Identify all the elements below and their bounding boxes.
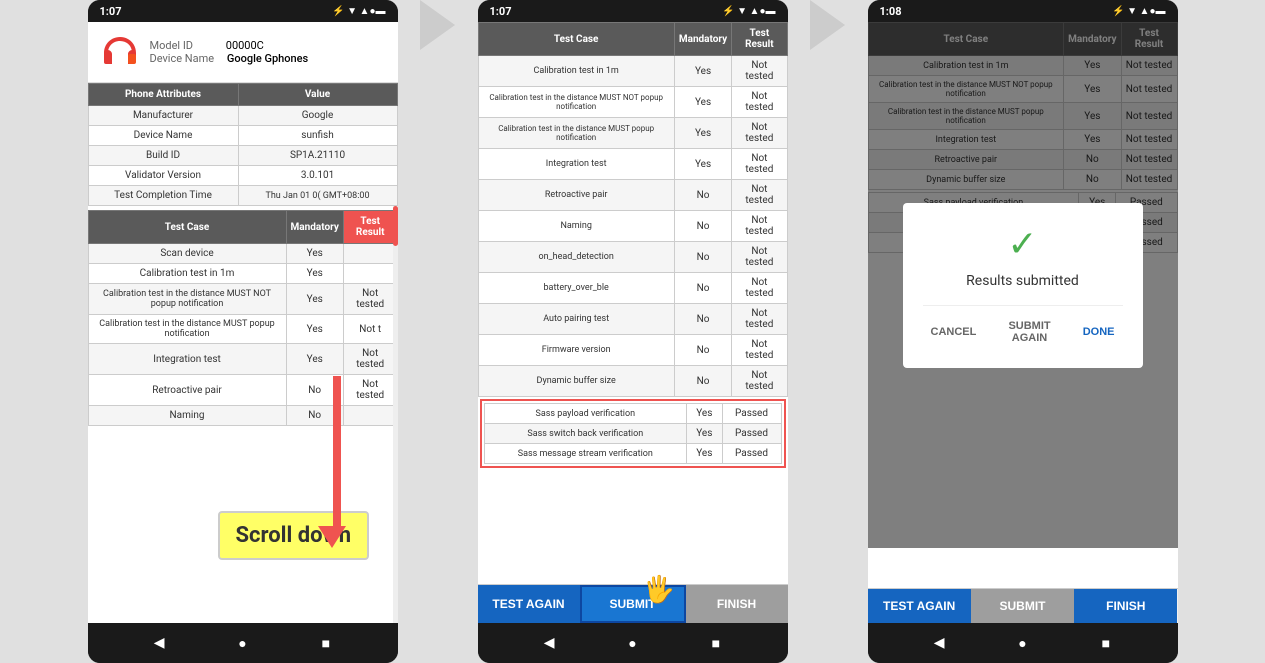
sass-row: Sass switch back verification Yes Passed: [484, 424, 781, 444]
dialog-done-button[interactable]: DONE: [1075, 316, 1123, 348]
headphone-icon: [100, 32, 140, 72]
table-row: Dynamic buffer size No Not tested: [478, 366, 787, 397]
table-row: Firmware version No Not tested: [478, 335, 787, 366]
table-row: Manufacturer Google: [88, 106, 397, 126]
recent-button-2[interactable]: ■: [706, 633, 726, 653]
scroll-down-annotation: Scroll down: [218, 511, 370, 560]
recent-button-3[interactable]: ■: [1096, 633, 1116, 653]
back-button-3[interactable]: ◀: [929, 633, 949, 653]
recent-button-1[interactable]: ■: [316, 633, 336, 653]
test-header-result: Test Result: [343, 211, 397, 244]
dialog-submit-again-button[interactable]: SUBMIT AGAIN: [984, 316, 1074, 348]
home-button-1[interactable]: ●: [232, 633, 252, 653]
status-bar-1: 1:07 ⚡ ▼ ▲●▬: [88, 0, 398, 22]
action-buttons-2: TEST AGAIN SUBMIT FINISH submit 🖐: [478, 584, 788, 623]
table-row: Validator Version 3.0.101: [88, 166, 397, 186]
table-row: Calibration test in 1m Yes: [88, 264, 397, 284]
table-row: Scan device Yes: [88, 244, 397, 264]
test2-header-mandatory: Mandatory: [674, 23, 731, 56]
time-3: 1:08: [880, 5, 902, 18]
back-button-1[interactable]: ◀: [149, 633, 169, 653]
test-header-case: Test Case: [88, 211, 286, 244]
arrow-2: [788, 0, 868, 50]
test-again-button-2[interactable]: TEST AGAIN: [478, 585, 580, 623]
table-row: Build ID SP1A.21110: [88, 146, 397, 166]
right-arrow-1: [420, 0, 455, 50]
status-bar-2: 1:07 ⚡ ▼ ▲●▬: [478, 0, 788, 22]
table-row: Naming No: [88, 406, 397, 426]
results-dialog-overlay: ✓ Results submitted CANCEL SUBMIT AGAIN …: [868, 22, 1178, 548]
table-row: Integration test Yes Not tested: [88, 344, 397, 375]
submit-button-3[interactable]: SUBMIT: [971, 589, 1074, 623]
device-header: Model ID 00000C Device Name Google Gphon…: [88, 22, 398, 83]
attr-header-name: Phone Attributes: [88, 84, 238, 106]
test2-header-result: Test Result: [732, 23, 787, 56]
sass-row: Sass message stream verification Yes Pas…: [484, 444, 781, 464]
table-row: Calibration test in the distance MUST NO…: [88, 284, 397, 315]
model-id-value: 00000C: [226, 39, 264, 52]
table-row: Retroactive pair No Not tested: [88, 375, 397, 406]
finish-button-2[interactable]: FINISH: [686, 585, 788, 623]
table-row: Auto pairing test No Not tested: [478, 304, 787, 335]
back-button-2[interactable]: ◀: [539, 633, 559, 653]
device-name-label: Device Name: [150, 52, 215, 65]
dialog-title: Results submitted: [923, 273, 1123, 289]
attributes-table: Phone Attributes Value Manufacturer Goog…: [88, 83, 398, 206]
table-row: Calibration test in the distance MUST po…: [478, 118, 787, 149]
device-name-value: Google Gphones: [227, 52, 308, 65]
phone-1: 1:07 ⚡ ▼ ▲●▬ Model ID 00000C: [88, 0, 398, 663]
table-row: battery_over_ble No Not tested: [478, 273, 787, 304]
status-icons-3: ⚡ ▼ ▲●▬: [1112, 6, 1165, 17]
attr-header-value: Value: [238, 84, 397, 106]
screen-2[interactable]: Test Case Mandatory Test Result Calibrat…: [478, 22, 788, 584]
sass-table: Sass payload verification Yes Passed Sas…: [484, 403, 782, 464]
test-again-button-3[interactable]: TEST AGAIN: [868, 589, 971, 623]
dialog-cancel-button[interactable]: CANCEL: [923, 316, 985, 348]
screen-3: Test Case Mandatory Test Result Calibrat…: [868, 22, 1178, 588]
checkmark-icon: ✓: [923, 223, 1123, 265]
phone-3: 1:08 ⚡ ▼ ▲●▬ Test Case Mandatory Test Re…: [868, 0, 1178, 663]
test2-header-case: Test Case: [478, 23, 674, 56]
sass-section: SASSitems Sass payload verification Yes …: [480, 399, 786, 468]
nav-bar-1: ◀ ● ■: [88, 623, 398, 663]
table-row: on_head_detection No Not tested: [478, 242, 787, 273]
table-row: Test Completion Time Thu Jan 01 0( GMT+0…: [88, 186, 397, 206]
table-row: Device Name sunfish: [88, 126, 397, 146]
table-row: Calibration test in the distance MUST po…: [88, 315, 397, 344]
table-row: Calibration test in the distance MUST NO…: [478, 87, 787, 118]
test-header-mandatory: Mandatory: [286, 211, 343, 244]
time-2: 1:07: [490, 5, 512, 18]
table-row: Naming No Not tested: [478, 211, 787, 242]
model-id-label: Model ID: [150, 39, 194, 52]
right-arrow-2: [810, 0, 845, 50]
home-button-3[interactable]: ●: [1012, 633, 1032, 653]
time-1: 1:07: [100, 5, 122, 18]
table-row: Integration test Yes Not tested: [478, 149, 787, 180]
finish-button-3[interactable]: FINISH: [1074, 589, 1177, 623]
screen-1: Model ID 00000C Device Name Google Gphon…: [88, 22, 398, 623]
home-button-2[interactable]: ●: [622, 633, 642, 653]
nav-bar-2: ◀ ● ■: [478, 623, 788, 663]
cursor-hand: 🖐: [643, 575, 675, 605]
sass-row: Sass payload verification Yes Passed: [484, 404, 781, 424]
phone-2: 1:07 ⚡ ▼ ▲●▬ Test Case Mandatory Test Re…: [478, 0, 788, 663]
table-row: Retroactive pair No Not tested: [478, 180, 787, 211]
device-info: Model ID 00000C Device Name Google Gphon…: [150, 39, 309, 65]
table-row: Calibration test in 1m Yes Not tested: [478, 56, 787, 87]
results-dialog: ✓ Results submitted CANCEL SUBMIT AGAIN …: [903, 203, 1143, 368]
nav-bar-3: ◀ ● ■: [868, 623, 1178, 663]
action-buttons-3: TEST AGAIN SUBMIT FINISH: [868, 588, 1178, 623]
status-icons-2: ⚡ ▼ ▲●▬: [722, 6, 775, 17]
dialog-buttons: CANCEL SUBMIT AGAIN DONE: [923, 305, 1123, 348]
test-table-1: Test Case Mandatory Test Result Scan dev…: [88, 210, 398, 426]
test-table-2: Test Case Mandatory Test Result Calibrat…: [478, 22, 788, 397]
arrow-1: [398, 0, 478, 50]
status-icons-1: ⚡ ▼ ▲●▬: [332, 6, 385, 17]
status-bar-3: 1:08 ⚡ ▼ ▲●▬: [868, 0, 1178, 22]
